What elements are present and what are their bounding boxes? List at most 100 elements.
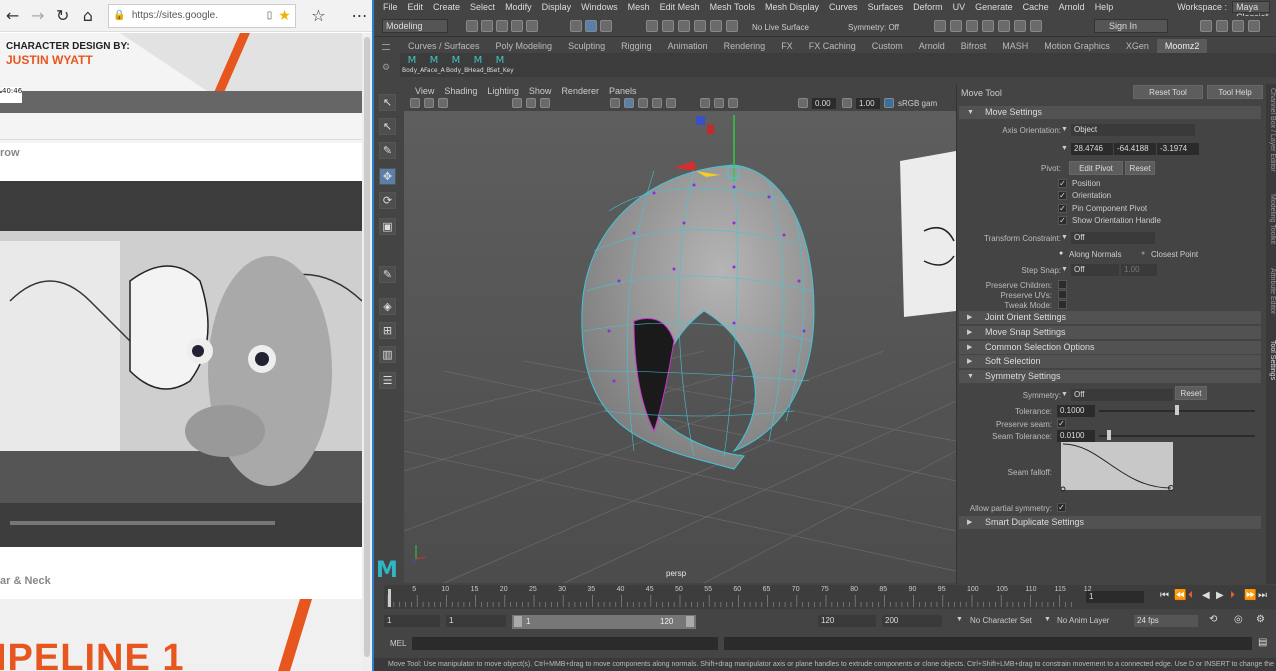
animation-prefs-icon[interactable]: ⚙ xyxy=(1256,614,1265,625)
step-forward-key-icon[interactable]: ⏵ xyxy=(1230,590,1235,601)
play-forwards-icon[interactable]: ▶ xyxy=(1216,590,1224,601)
exposure-icon[interactable] xyxy=(798,98,808,108)
menu-select[interactable]: Select xyxy=(465,2,500,12)
axis-orientation-dropdown[interactable]: Object xyxy=(1071,124,1195,136)
fps-dropdown[interactable]: 24 fps xyxy=(1134,615,1198,627)
shelf-tab-fx[interactable]: FX xyxy=(773,39,801,53)
textured-icon[interactable] xyxy=(638,98,648,108)
shelf-tab-fx-caching[interactable]: FX Caching xyxy=(801,39,864,53)
tab-modeling-toolkit[interactable]: Modeling Toolkit xyxy=(1266,194,1276,254)
viewport-scene[interactable]: persp xyxy=(404,111,956,583)
range-slider-start-handle[interactable] xyxy=(514,616,522,627)
section-smart-duplicate[interactable]: ▶ Smart Duplicate Settings xyxy=(959,516,1261,529)
select-hierarchy-icon[interactable] xyxy=(570,20,582,32)
reading-view-icon[interactable]: ▯ xyxy=(267,10,273,21)
preserve-seam-checkbox[interactable]: ✓ xyxy=(1057,419,1066,428)
menu-generate[interactable]: Generate xyxy=(970,2,1018,12)
move-manip-xz-plane[interactable] xyxy=(707,125,714,134)
rotate-tool-icon[interactable]: ⟳ xyxy=(379,192,396,209)
gamma-icon[interactable] xyxy=(842,98,852,108)
reset-pivot-button[interactable]: Reset xyxy=(1125,161,1155,175)
shelf-button-head-b[interactable]: M Head_B xyxy=(468,55,491,75)
mel-input[interactable] xyxy=(412,637,718,650)
position-checkbox[interactable]: ✓ xyxy=(1058,179,1067,188)
colorspace-label[interactable]: sRGB gam xyxy=(898,99,937,108)
edit-pivot-button[interactable]: Edit Pivot xyxy=(1069,161,1123,175)
viewport-menu-shading[interactable]: Shading xyxy=(439,85,482,97)
axis-value-x[interactable]: 28.4746 xyxy=(1071,143,1113,155)
section-joint-orient[interactable]: ▶ Joint Orient Settings xyxy=(959,311,1261,324)
lasso-tool-icon[interactable]: ↖ xyxy=(379,118,396,135)
mode-dropdown[interactable]: Modeling xyxy=(382,19,448,33)
go-to-end-icon[interactable]: ⏭ xyxy=(1258,590,1267,601)
viewport-panel[interactable]: View Shading Lighting Show Renderer Pane… xyxy=(404,85,956,583)
scrollbar-thumb[interactable] xyxy=(364,37,370,657)
menu-help[interactable]: Help xyxy=(1090,2,1119,12)
save-scene-icon[interactable] xyxy=(496,20,508,32)
chevron-down-icon[interactable]: ▼ xyxy=(1061,266,1068,273)
forward-icon[interactable]: → xyxy=(25,2,50,30)
camera-attr-icon[interactable] xyxy=(424,98,434,108)
seam-tolerance-slider-handle[interactable] xyxy=(1107,430,1111,440)
color-management-icon[interactable] xyxy=(884,98,894,108)
shelf-tab-sculpting[interactable]: Sculpting xyxy=(560,39,613,53)
chevron-down-icon[interactable]: ▼ xyxy=(1061,234,1068,241)
step-forward-frame-icon[interactable]: ⏩ xyxy=(1244,590,1256,601)
favorites-icon[interactable]: ☆ xyxy=(306,2,331,30)
menu-modify[interactable]: Modify xyxy=(500,2,537,12)
shelf-tab-custom[interactable]: Custom xyxy=(864,39,911,53)
playback-start-field[interactable]: 1 xyxy=(446,615,506,627)
preserve-uvs-checkbox[interactable] xyxy=(1058,290,1067,299)
favorite-star-icon[interactable]: ★ xyxy=(278,7,291,24)
current-frame-field[interactable]: 1 xyxy=(1086,591,1144,603)
tolerance-slider-handle[interactable] xyxy=(1175,405,1179,415)
menu-uv[interactable]: UV xyxy=(948,2,971,12)
lights-icon[interactable] xyxy=(652,98,662,108)
shelf-tab-arnold[interactable]: Arnold xyxy=(911,39,953,53)
more-menu-icon[interactable]: ⋯ xyxy=(347,2,372,30)
menu-mesh-display[interactable]: Mesh Display xyxy=(760,2,824,12)
viewport-menu-panels[interactable]: Panels xyxy=(604,85,642,97)
open-scene-icon[interactable] xyxy=(481,20,493,32)
pin-component-pivot-checkbox[interactable]: ✓ xyxy=(1058,204,1067,213)
render-view-icon[interactable] xyxy=(998,20,1010,32)
ipr-render-icon[interactable] xyxy=(950,20,962,32)
camera-icon[interactable] xyxy=(410,98,420,108)
animation-start-field[interactable]: 1 xyxy=(384,615,440,627)
section-soft-selection[interactable]: ▶ Soft Selection xyxy=(959,355,1261,368)
character-set-dropdown[interactable]: No Character Set xyxy=(970,616,1032,625)
bookmark-icon[interactable] xyxy=(438,98,448,108)
workspace-dropdown[interactable]: Maya Classic* xyxy=(1232,1,1270,22)
shelf-tab-rendering[interactable]: Rendering xyxy=(716,39,774,53)
chevron-down-icon[interactable]: ▼ xyxy=(1061,391,1068,398)
closest-point-radio[interactable]: ● xyxy=(1141,250,1145,257)
section-move-snap[interactable]: ▶ Move Snap Settings xyxy=(959,326,1261,339)
wireframe-icon[interactable] xyxy=(610,98,620,108)
render-settings-icon[interactable] xyxy=(966,20,978,32)
shelf-button-face-a[interactable]: M Face_A xyxy=(424,55,445,75)
seam-falloff-curve-graph[interactable] xyxy=(1061,442,1173,492)
exposure-field[interactable]: 0.00 xyxy=(812,98,836,109)
go-to-start-icon[interactable]: ⏮ xyxy=(1160,590,1169,601)
snap-surface-icon[interactable] xyxy=(710,20,722,32)
outliner-icon[interactable]: ☰ xyxy=(379,372,396,389)
shelf-tab-animation[interactable]: Animation xyxy=(660,39,716,53)
address-bar[interactable]: 🔒 https://sites.google. ▯ ★ xyxy=(108,3,296,28)
menu-create[interactable]: Create xyxy=(428,2,465,12)
axis-value-z[interactable]: -3.1974 xyxy=(1157,143,1199,155)
menu-curves[interactable]: Curves xyxy=(824,2,863,12)
attribute-editor-icon[interactable] xyxy=(1216,20,1228,32)
time-slider[interactable]: 5 10 15 20 25 30 35 40 45 50 55 60 65 70 75 80 85 90 95 100… xyxy=(384,585,1276,609)
menu-cache[interactable]: Cache xyxy=(1018,2,1054,12)
viewport-menu-renderer[interactable]: Renderer xyxy=(556,85,604,97)
symmetry-status[interactable]: Symmetry: Off xyxy=(848,23,899,32)
shelf-settings-icon[interactable]: ⚙ xyxy=(382,64,390,73)
reference-image-plane[interactable] xyxy=(900,151,956,317)
isolate-select-icon[interactable] xyxy=(728,98,738,108)
viewport-menu-show[interactable]: Show xyxy=(524,85,557,97)
arnold-render-icon[interactable] xyxy=(1014,20,1026,32)
range-slider-end-handle[interactable] xyxy=(686,616,694,627)
move-manip-z-handle[interactable] xyxy=(696,116,705,125)
snap-curve-icon[interactable] xyxy=(662,20,674,32)
script-editor-icon[interactable]: ▤ xyxy=(1258,637,1267,648)
